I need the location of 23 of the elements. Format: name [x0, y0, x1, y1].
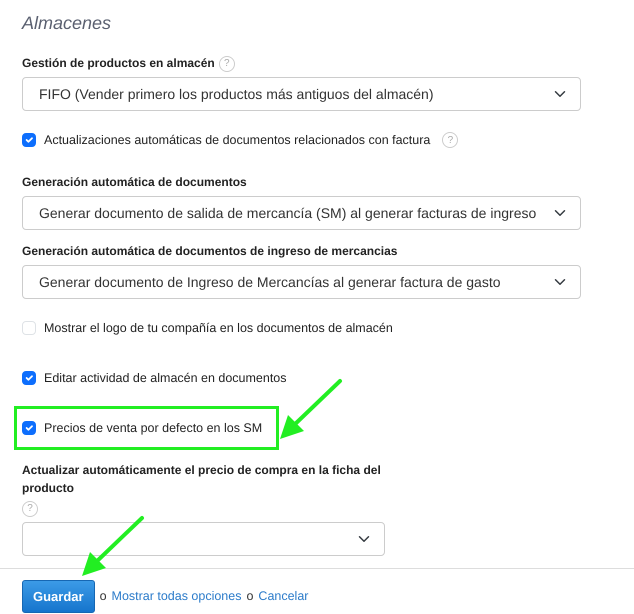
help-icon[interactable]: ? — [22, 500, 38, 517]
checkbox-label: Actualizaciones automáticas de documentos relacionados con factura — [44, 132, 430, 149]
separator-text: o — [100, 588, 107, 606]
field-label: Generación automática de documentos — [22, 175, 247, 189]
separator-text: o — [246, 588, 254, 606]
dropdown[interactable]: Generar documento de Ingreso de Mercancías al generar factura de gasto — [22, 265, 581, 299]
checkbox[interactable] — [22, 133, 36, 147]
field-label: Generación automática de documentos de ingreso de mercancias — [22, 244, 398, 258]
cancel-link[interactable]: Cancelar — [258, 587, 308, 606]
checkbox[interactable] — [22, 371, 36, 385]
field-label: Gestión de productos en almacén — [22, 56, 215, 70]
checkbox-label: Precios de venta por defecto en los SM — [44, 420, 262, 437]
save-button[interactable]: Guardar — [22, 580, 95, 613]
checkbox[interactable] — [22, 421, 36, 435]
dropdown[interactable]: Generar documento de salida de mercancía (SM) al generar facturas de ingreso — [22, 196, 581, 230]
field-label: Actualizar automáticamente el precio de compra en la ficha del producto — [22, 463, 381, 495]
help-icon[interactable]: ? — [442, 132, 458, 148]
checkbox-label: Mostrar el logo de tu compañía en los documentos de almacén — [44, 320, 393, 337]
dropdown[interactable]: FIFO (Vender primero los productos más antiguos del almacén) — [22, 77, 581, 111]
help-icon[interactable]: ? — [218, 56, 235, 72]
section-title: Almacenes — [22, 12, 112, 34]
checkbox-label: Editar actividad de almacén en documentos — [44, 370, 287, 387]
show-all-options-link[interactable]: Mostrar todas opciones — [112, 587, 242, 606]
